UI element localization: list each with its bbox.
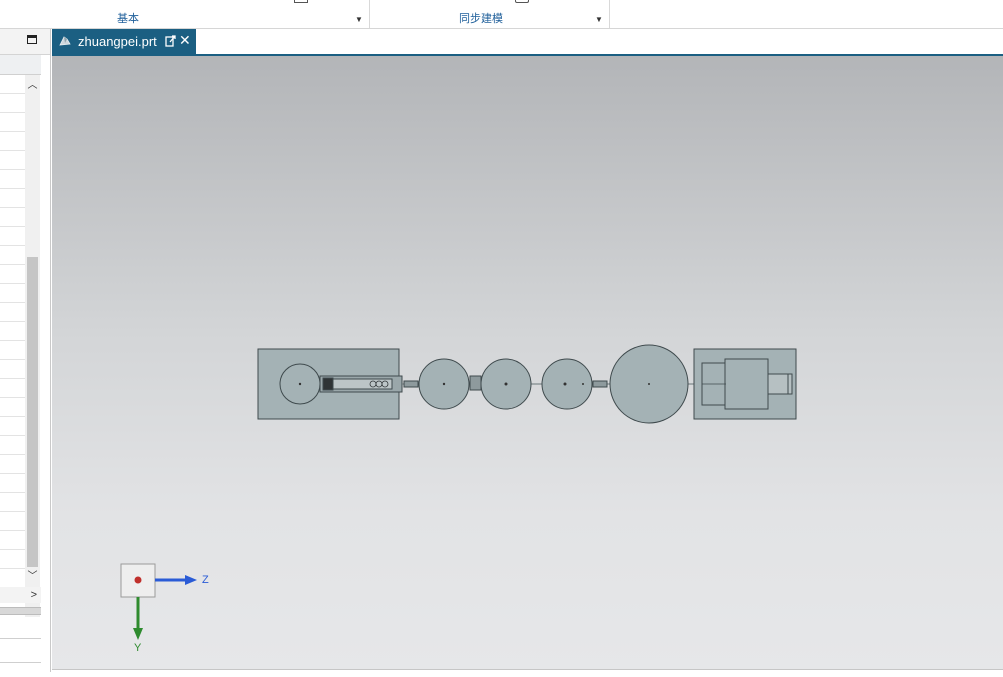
tree-row[interactable]: [0, 246, 25, 265]
maximize-icon[interactable]: [27, 35, 37, 44]
tree-row[interactable]: [0, 569, 25, 588]
tree-row[interactable]: [0, 512, 25, 531]
close-icon[interactable]: ✕: [179, 32, 191, 49]
tree-row[interactable]: [0, 550, 25, 569]
tab-title: zhuangpei.prt: [78, 34, 157, 49]
origin-marker-icon: [134, 576, 142, 584]
tree-row[interactable]: [0, 341, 25, 360]
tree-rows: [0, 75, 25, 605]
part-file-icon: [59, 36, 71, 46]
ribbon-group-basic: 基本 ▼: [0, 0, 370, 28]
document-tab-bar: zhuangpei.prt ✕: [52, 29, 1003, 56]
ribbon-group-expand-basic[interactable]: ▼: [355, 15, 363, 24]
horizontal-scrollbar[interactable]: >: [0, 587, 41, 603]
tree-column-header[interactable]: [0, 55, 41, 75]
scroll-right-icon[interactable]: >: [31, 587, 37, 603]
tree-row[interactable]: [0, 265, 25, 284]
tree-row[interactable]: [0, 417, 25, 436]
tree-row[interactable]: [0, 303, 25, 322]
ribbon-group-label-basic: 基本: [117, 13, 139, 25]
view-triad: [120, 563, 197, 640]
navigator-panel: ︿ ﹀ >: [0, 29, 51, 672]
tree-row[interactable]: [0, 322, 25, 341]
vertical-scrollbar[interactable]: ︿ ﹀: [25, 75, 40, 617]
z-arrowhead: [185, 575, 197, 585]
ribbon-tool-icon[interactable]: [515, 0, 529, 3]
tree-row[interactable]: [0, 132, 25, 151]
divider: [0, 662, 41, 663]
tree-row[interactable]: [0, 360, 25, 379]
ribbon-group-expand-sync-modeling[interactable]: ▼: [595, 15, 603, 24]
tree-row[interactable]: [0, 208, 25, 227]
y-arrowhead: [133, 628, 143, 640]
triad-y-label: Y: [134, 642, 142, 654]
tree-row[interactable]: [0, 398, 25, 417]
scroll-down-icon[interactable]: ﹀: [25, 570, 40, 584]
graphics-viewport[interactable]: Z Y: [52, 56, 1003, 669]
ribbon: 基本 ▼ 同步建模 ▼: [0, 0, 1003, 29]
triad-z-label: Z: [202, 574, 209, 586]
tree-row[interactable]: [0, 436, 25, 455]
tab-zhuangpei[interactable]: zhuangpei.prt ✕: [52, 29, 196, 54]
tree-row[interactable]: [0, 75, 25, 94]
panel-header: [0, 29, 50, 55]
tree-row[interactable]: [0, 94, 25, 113]
tree-row[interactable]: [0, 170, 25, 189]
ribbon-tool-icon[interactable]: [294, 0, 308, 3]
tree-row[interactable]: [0, 151, 25, 170]
tree-row[interactable]: [0, 455, 25, 474]
tree-row[interactable]: [0, 227, 25, 246]
divider: [0, 638, 41, 639]
tree-row[interactable]: [0, 474, 25, 493]
tree-row[interactable]: [0, 189, 25, 208]
tree-row[interactable]: [0, 493, 25, 512]
ribbon-group-sync-modeling: 同步建模 ▼: [369, 0, 610, 28]
scrollbar-thumb[interactable]: [27, 257, 38, 567]
tree-row[interactable]: [0, 379, 25, 398]
tree-row[interactable]: [0, 531, 25, 550]
scroll-up-icon[interactable]: ︿: [25, 79, 40, 93]
panel-splitter[interactable]: [0, 607, 41, 615]
ribbon-group-label-sync-modeling: 同步建模: [459, 13, 503, 25]
popout-icon[interactable]: [165, 35, 176, 47]
tree-row[interactable]: [0, 113, 25, 132]
tree-row[interactable]: [0, 284, 25, 303]
